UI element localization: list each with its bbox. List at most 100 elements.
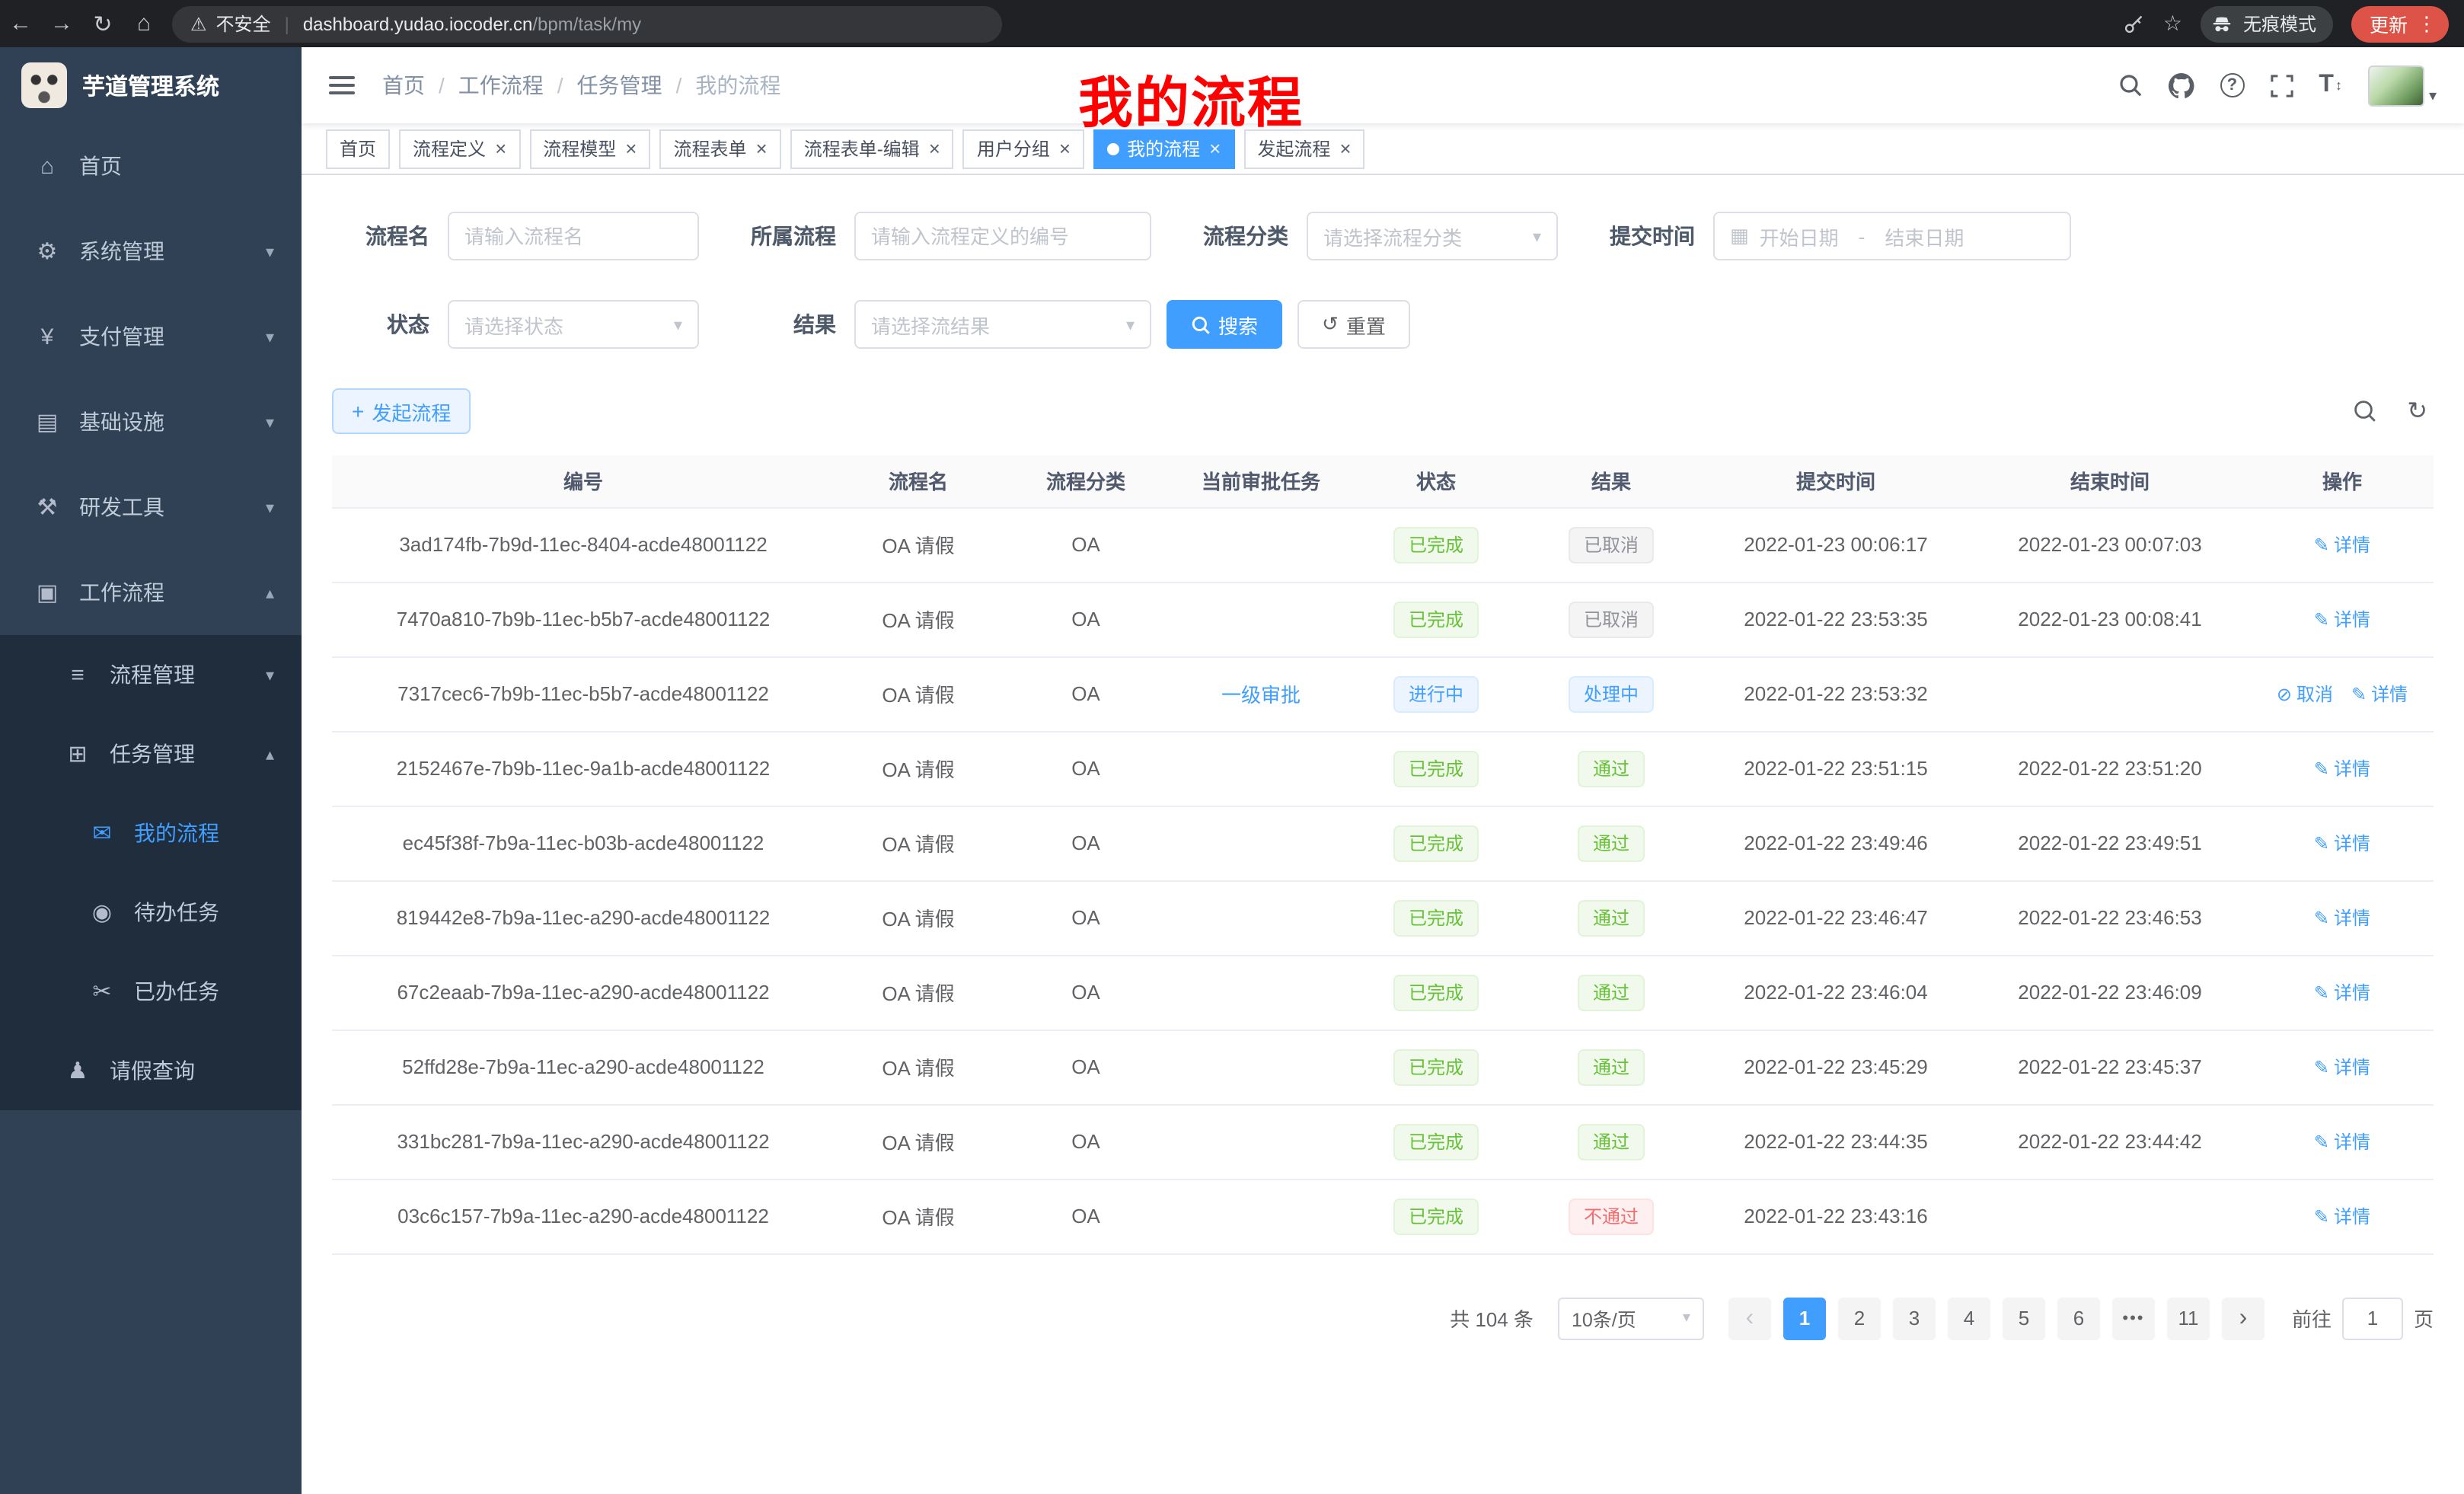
help-icon[interactable]: ? bbox=[2220, 73, 2244, 97]
close-icon[interactable]: × bbox=[756, 139, 768, 158]
detail-action[interactable]: ✎详情 bbox=[2314, 830, 2370, 856]
sidebar-item-system[interactable]: ⚙系统管理▾ bbox=[0, 209, 302, 294]
cell-submit-time: 2022-01-23 00:06:17 bbox=[1703, 507, 1969, 582]
prev-page-button[interactable]: ‹ bbox=[1728, 1297, 1771, 1339]
end-date-placeholder[interactable]: 结束日期 bbox=[1885, 222, 1964, 251]
tab-user-group[interactable]: 用户分组× bbox=[963, 129, 1084, 168]
close-icon[interactable]: × bbox=[929, 139, 940, 158]
page-button-3[interactable]: 3 bbox=[1893, 1297, 1936, 1339]
result-select-placeholder: 请选择流结果 bbox=[871, 310, 990, 339]
sidebar-item-devtools[interactable]: ⚒研发工具▾ bbox=[0, 464, 302, 550]
reset-button[interactable]: ↺ 重置 bbox=[1297, 300, 1410, 349]
back-icon[interactable]: ← bbox=[0, 11, 41, 37]
page-button-5[interactable]: 5 bbox=[2003, 1297, 2045, 1339]
close-icon[interactable]: × bbox=[495, 139, 506, 158]
sidebar-item-my-process[interactable]: ✉我的流程 bbox=[0, 793, 302, 873]
key-icon[interactable] bbox=[2124, 13, 2145, 34]
refresh-icon[interactable]: ↻ bbox=[2407, 396, 2427, 426]
chevron-down-icon: ▾ bbox=[266, 497, 274, 517]
breadcrumb-item[interactable]: 任务管理 bbox=[577, 70, 662, 101]
tab-process-form-edit[interactable]: 流程表单-编辑× bbox=[790, 129, 954, 168]
sidebar-item-task-manage[interactable]: ⊞任务管理▴ bbox=[0, 714, 302, 793]
browser-menu-icon[interactable]: ⋮ bbox=[2417, 11, 2437, 36]
page-button-11[interactable]: 11 bbox=[2167, 1297, 2210, 1339]
sidebar-item-todo-task[interactable]: ◉待办任务 bbox=[0, 873, 302, 952]
cell-actions: ✎详情 bbox=[2251, 880, 2434, 955]
category-select[interactable]: 请选择流程分类 ▾ bbox=[1307, 212, 1558, 260]
detail-action[interactable]: ✎详情 bbox=[2351, 681, 2408, 707]
start-date-placeholder[interactable]: 开始日期 bbox=[1760, 222, 1839, 251]
update-button[interactable]: 更新 ⋮ bbox=[2351, 5, 2449, 42]
forward-icon[interactable]: → bbox=[41, 11, 82, 37]
cell-result: 已取消 bbox=[1520, 582, 1703, 656]
goto-page-input[interactable] bbox=[2342, 1297, 2403, 1339]
search-button[interactable]: 搜索 bbox=[1167, 300, 1282, 349]
detail-action[interactable]: ✎详情 bbox=[2314, 1203, 2370, 1229]
bookmark-star-icon[interactable]: ☆ bbox=[2163, 11, 2182, 37]
browser-home-icon[interactable]: ⌂ bbox=[123, 11, 164, 37]
cell-id: 3ad174fb-7b9d-11ec-8404-acde48001122 bbox=[332, 507, 835, 582]
detail-action[interactable]: ✎详情 bbox=[2314, 755, 2370, 781]
search-icon[interactable] bbox=[2118, 73, 2142, 97]
sidebar-item-payment[interactable]: ¥支付管理▾ bbox=[0, 294, 302, 379]
cell-name: OA 请假 bbox=[835, 955, 1002, 1030]
sidebar-item-process-manage[interactable]: ≡流程管理▾ bbox=[0, 635, 302, 714]
result-select[interactable]: 请选择流结果 ▾ bbox=[854, 300, 1151, 349]
process-name-input[interactable] bbox=[448, 212, 699, 260]
page-size-select[interactable]: 10条/页 ▾ bbox=[1558, 1297, 1704, 1339]
process-name-input-field[interactable] bbox=[464, 225, 682, 247]
close-icon[interactable]: × bbox=[1339, 139, 1351, 158]
page-button-2[interactable]: 2 bbox=[1838, 1297, 1881, 1339]
sidebar-item-workflow[interactable]: ▣工作流程▴ bbox=[0, 550, 302, 635]
breadcrumb-item[interactable]: 工作流程 bbox=[458, 70, 544, 101]
hamburger-icon[interactable] bbox=[326, 70, 358, 101]
cell-end-time bbox=[1969, 656, 2251, 731]
process-definition-input[interactable] bbox=[854, 212, 1151, 260]
detail-action[interactable]: ✎详情 bbox=[2314, 532, 2370, 557]
close-icon[interactable]: × bbox=[625, 139, 637, 158]
tab-process-model[interactable]: 流程模型× bbox=[529, 129, 650, 168]
result-badge: 通过 bbox=[1578, 1049, 1645, 1085]
sidebar-item-leave-query[interactable]: ♟请假查询 bbox=[0, 1031, 302, 1110]
detail-action[interactable]: ✎详情 bbox=[2314, 905, 2370, 931]
detail-action[interactable]: ✎详情 bbox=[2314, 979, 2370, 1005]
logo-row[interactable]: 芋道管理系统 bbox=[0, 47, 302, 123]
tab-process-form[interactable]: 流程表单× bbox=[659, 129, 780, 168]
start-process-button[interactable]: + 发起流程 bbox=[332, 388, 471, 434]
task-manage-icon: ⊞ bbox=[61, 740, 94, 768]
detail-action[interactable]: ✎详情 bbox=[2314, 1054, 2370, 1080]
cell-current-task bbox=[1170, 955, 1352, 1030]
font-size-icon[interactable]: T↕ bbox=[2319, 72, 2342, 99]
user-avatar[interactable]: ▾ bbox=[2368, 65, 2437, 106]
sidebar-item-label: 系统管理 bbox=[79, 236, 164, 267]
sidebar-item-done-task[interactable]: ✂已办任务 bbox=[0, 952, 302, 1031]
avatar-image bbox=[2368, 65, 2424, 106]
detail-action[interactable]: ✎详情 bbox=[2314, 1128, 2370, 1154]
detail-action[interactable]: ✎详情 bbox=[2314, 606, 2370, 632]
reload-icon[interactable]: ↻ bbox=[82, 10, 123, 37]
next-page-button[interactable]: › bbox=[2222, 1297, 2265, 1339]
url-text: dashboard.yudao.iocoder.cn/bpm/task/my bbox=[303, 13, 641, 34]
page-button-4[interactable]: 4 bbox=[1948, 1297, 1990, 1339]
fullscreen-icon[interactable] bbox=[2270, 74, 2293, 97]
address-bar[interactable]: ⚠ 不安全 | dashboard.yudao.iocoder.cn/bpm/t… bbox=[172, 5, 1002, 42]
process-definition-input-field[interactable] bbox=[871, 225, 1135, 247]
page-button-6[interactable]: 6 bbox=[2057, 1297, 2100, 1339]
tab-process-definition[interactable]: 流程定义× bbox=[399, 129, 520, 168]
show-search-icon[interactable] bbox=[2352, 399, 2376, 423]
page-button-1[interactable]: 1 bbox=[1783, 1297, 1826, 1339]
github-icon[interactable] bbox=[2168, 72, 2194, 98]
close-icon[interactable]: × bbox=[1209, 139, 1221, 158]
status-select[interactable]: 请选择状态 ▾ bbox=[448, 300, 699, 349]
cancel-action[interactable]: ⊘取消 bbox=[2277, 681, 2333, 707]
submit-time-range-picker[interactable]: ▦ 开始日期 - 结束日期 bbox=[1713, 212, 2071, 260]
breadcrumb-item[interactable]: 首页 bbox=[382, 70, 425, 101]
status-badge: 已完成 bbox=[1393, 526, 1479, 563]
close-icon[interactable]: × bbox=[1059, 139, 1071, 158]
sidebar-item-home[interactable]: ⌂首页 bbox=[0, 123, 302, 209]
pagination: 共 104 条 10条/页 ▾ ‹ 123456•••11 › 前往 页 bbox=[332, 1297, 2434, 1339]
tab-home[interactable]: 首页 bbox=[326, 129, 390, 168]
sidebar-item-infrastructure[interactable]: ▤基础设施▾ bbox=[0, 379, 302, 464]
current-task-link[interactable]: 一级审批 bbox=[1221, 684, 1301, 707]
pagination-more-icon[interactable]: ••• bbox=[2112, 1297, 2155, 1339]
